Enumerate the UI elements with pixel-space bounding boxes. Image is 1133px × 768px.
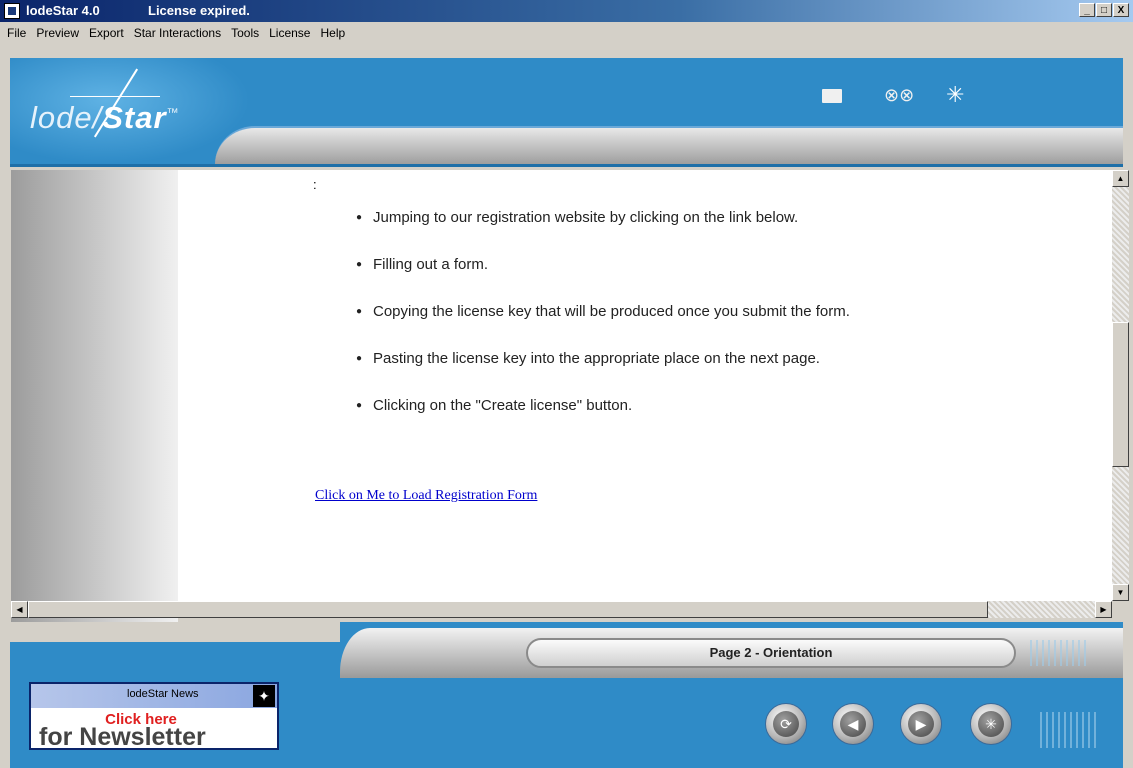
maximize-button[interactable]: □	[1096, 3, 1112, 17]
forward-button[interactable]: ▶	[900, 703, 942, 745]
window-title: lodeStar 4.0	[26, 3, 100, 18]
menu-export[interactable]: Export	[84, 25, 129, 41]
news-for-newsletter: for Newsletter	[39, 723, 206, 751]
list-item: Clicking on the "Create license" button.	[356, 396, 850, 443]
window-controls: _ □ X	[1078, 3, 1129, 17]
menu-help[interactable]: Help	[315, 25, 350, 41]
scroll-left-button[interactable]: ◀	[11, 601, 28, 618]
list-item: Filling out a form.	[356, 255, 850, 302]
refresh-button[interactable]: ⟳	[765, 703, 807, 745]
close-button[interactable]: X	[1113, 3, 1129, 17]
minimize-button[interactable]: _	[1079, 3, 1095, 17]
footer-panel: Page 2 - Orientation lodeStar News ✦ Cli…	[10, 622, 1123, 768]
page-content: : Jumping to our registration website by…	[178, 170, 1112, 601]
refresh-icon: ⟳	[773, 711, 799, 737]
menu-license[interactable]: License	[264, 25, 315, 41]
menu-file[interactable]: File	[2, 25, 31, 41]
vertical-scrollbar[interactable]: ▲ ▼	[1112, 170, 1129, 601]
app-icon	[4, 3, 20, 19]
colon-text: :	[313, 177, 317, 192]
menu-star-interactions[interactable]: Star Interactions	[129, 25, 226, 41]
grille-decoration	[1040, 712, 1098, 748]
scroll-right-button[interactable]: ▶	[1095, 601, 1112, 618]
sparkle-star-icon[interactable]: ✳	[946, 84, 972, 106]
back-button[interactable]: ◀	[832, 703, 874, 745]
logo-star-ray	[70, 96, 160, 97]
title-bar: lodeStar 4.0 License expired. _ □ X	[0, 0, 1133, 22]
page-indicator: Page 2 - Orientation	[526, 638, 1016, 668]
back-arrow-icon: ◀	[840, 711, 866, 737]
license-status: License expired.	[148, 3, 250, 18]
grille-decoration	[1030, 640, 1088, 666]
menu-preview[interactable]: Preview	[31, 25, 84, 41]
news-star-icon: ✦	[253, 685, 275, 707]
news-title: lodeStar News	[127, 688, 199, 700]
header-banner: lode/Star™ ⊗⊗ ✳	[10, 58, 1123, 164]
list-item: Copying the license key that will be pro…	[356, 302, 850, 349]
star-icon: ✳	[978, 711, 1004, 737]
scroll-up-button[interactable]: ▲	[1112, 170, 1129, 187]
lodestar-logo: lode/Star™	[30, 100, 180, 135]
header-tab	[215, 126, 1123, 164]
horizontal-scroll-thumb[interactable]	[28, 601, 988, 618]
newsletter-banner[interactable]: lodeStar News ✦ Click here for Newslette…	[29, 682, 279, 750]
instruction-list: Jumping to our registration website by c…	[356, 208, 850, 443]
film-projector-icon[interactable]: ⊗⊗	[884, 84, 914, 106]
vertical-scroll-thumb[interactable]	[1112, 322, 1129, 467]
folder-icon[interactable]	[822, 84, 848, 106]
header-toolbar: ⊗⊗ ✳	[822, 84, 972, 106]
forward-arrow-icon: ▶	[908, 711, 934, 737]
horizontal-scrollbar[interactable]: ◀ ▶	[11, 601, 1112, 618]
left-gradient-panel	[11, 170, 178, 622]
menu-bar: File Preview Export Star Interactions To…	[0, 22, 1133, 58]
registration-link[interactable]: Click on Me to Load Registration Form	[315, 488, 537, 504]
menu-tools[interactable]: Tools	[226, 25, 264, 41]
list-item: Jumping to our registration website by c…	[356, 208, 850, 255]
content-frame: : Jumping to our registration website by…	[10, 164, 1129, 625]
list-item: Pasting the license key into the appropr…	[356, 349, 850, 396]
star-button[interactable]: ✳	[970, 703, 1012, 745]
scroll-down-button[interactable]: ▼	[1112, 584, 1129, 601]
